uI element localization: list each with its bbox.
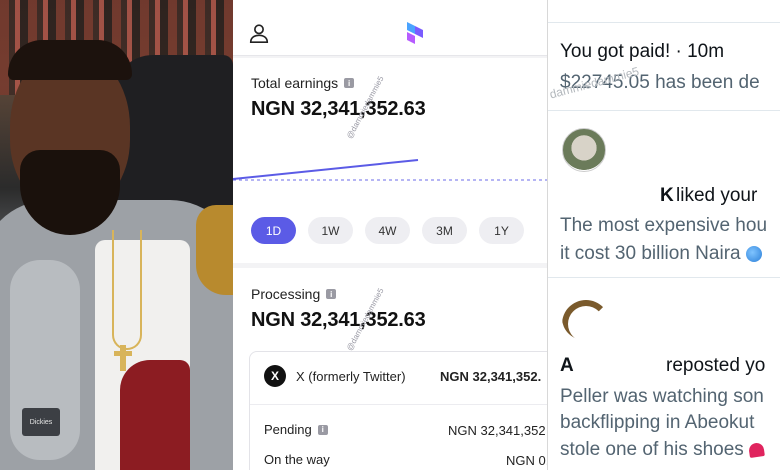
info-icon[interactable]: i xyxy=(317,424,328,435)
total-earnings-text: Total earnings xyxy=(251,75,339,91)
processing-label: Processing i xyxy=(251,286,337,302)
info-icon[interactable]: i xyxy=(344,78,355,88)
profile-photo: Dickies xyxy=(0,0,233,470)
on-the-way-text: On the way xyxy=(264,452,330,467)
gold-chain xyxy=(112,230,142,350)
earnings-card: Total earnings i NGN 32,341,352.63 @damm… xyxy=(233,58,547,263)
repost-user-name[interactable]: A xyxy=(560,355,574,377)
repost-post-line-3: stole one of his shoes xyxy=(560,439,765,461)
range-1w[interactable]: 1W xyxy=(308,217,353,244)
on-the-way-label: On the way xyxy=(264,452,330,467)
chart-line xyxy=(233,159,419,180)
processing-text: Processing xyxy=(251,286,321,302)
range-1d[interactable]: 1D xyxy=(251,217,296,244)
range-selector: 1D 1W 4W 3M 1Y xyxy=(251,217,524,244)
gold-trophy xyxy=(196,205,233,295)
liked-post-line-1: The most expensive hou xyxy=(560,215,768,236)
platform-breakdown: X X (formerly Twitter) NGN 32,341,352. P… xyxy=(249,351,547,470)
divider xyxy=(548,277,780,278)
app-topbar xyxy=(233,0,547,56)
globe-emoji-icon xyxy=(745,245,762,262)
divider xyxy=(548,22,780,23)
platform-name: X (formerly Twitter) xyxy=(296,368,406,384)
repost-post-line-3-text: stole one of his shoes xyxy=(560,439,750,460)
shirt-print xyxy=(120,360,190,470)
processing-card: Processing i NGN 32,341,352.63 @dammieda… xyxy=(233,268,547,470)
range-3m[interactable]: 3M xyxy=(422,217,467,244)
cross-pendant xyxy=(114,345,132,371)
x-logo-icon: X xyxy=(264,365,286,387)
pending-text: Pending xyxy=(264,422,312,437)
pending-label: Pending i xyxy=(264,422,328,437)
like-action-text: liked your xyxy=(676,185,758,206)
total-earnings-label: Total earnings i xyxy=(251,75,355,91)
avatar[interactable] xyxy=(562,128,606,172)
pending-value: NGN 32,341,352 xyxy=(448,423,546,438)
jacket-patch: Dickies xyxy=(22,408,60,436)
app-logo-icon xyxy=(407,22,423,44)
liked-post-line-2: it cost 30 billion Naira xyxy=(560,243,762,265)
repost-post-line-2: backflipping in Abeokut xyxy=(560,412,755,433)
divider xyxy=(250,404,547,405)
on-the-way-value: NGN 0. xyxy=(506,453,547,468)
profile-icon[interactable] xyxy=(248,22,270,44)
notifications-feed: You got paid! · 10m $22745.05 has been d… xyxy=(547,0,780,470)
platform-row[interactable]: X X (formerly Twitter) NGN 32,341,352. xyxy=(264,364,547,388)
processing-amount: NGN 32,341,352.63 xyxy=(251,309,426,331)
divider xyxy=(548,110,780,111)
avatar[interactable] xyxy=(562,296,606,340)
range-4w[interactable]: 4W xyxy=(365,217,410,244)
paid-notification-title[interactable]: You got paid! · 10m xyxy=(560,41,724,63)
liked-post-line-2-text: it cost 30 billion Naira xyxy=(560,243,746,264)
info-icon[interactable]: i xyxy=(326,289,337,299)
repost-post-line-1: Peller was watching son xyxy=(560,386,764,407)
total-earnings-amount: NGN 32,341,352.63 xyxy=(251,98,426,120)
broken-heart-emoji-icon xyxy=(748,442,765,458)
repost-action-text: reposted yo xyxy=(666,355,766,376)
like-user-name[interactable]: K xyxy=(660,185,674,207)
hair xyxy=(8,40,132,80)
platform-amount: NGN 32,341,352. xyxy=(440,368,542,384)
earnings-app: Total earnings i NGN 32,341,352.63 @damm… xyxy=(233,0,547,470)
earnings-chart xyxy=(233,159,547,181)
range-1y[interactable]: 1Y xyxy=(479,217,524,244)
